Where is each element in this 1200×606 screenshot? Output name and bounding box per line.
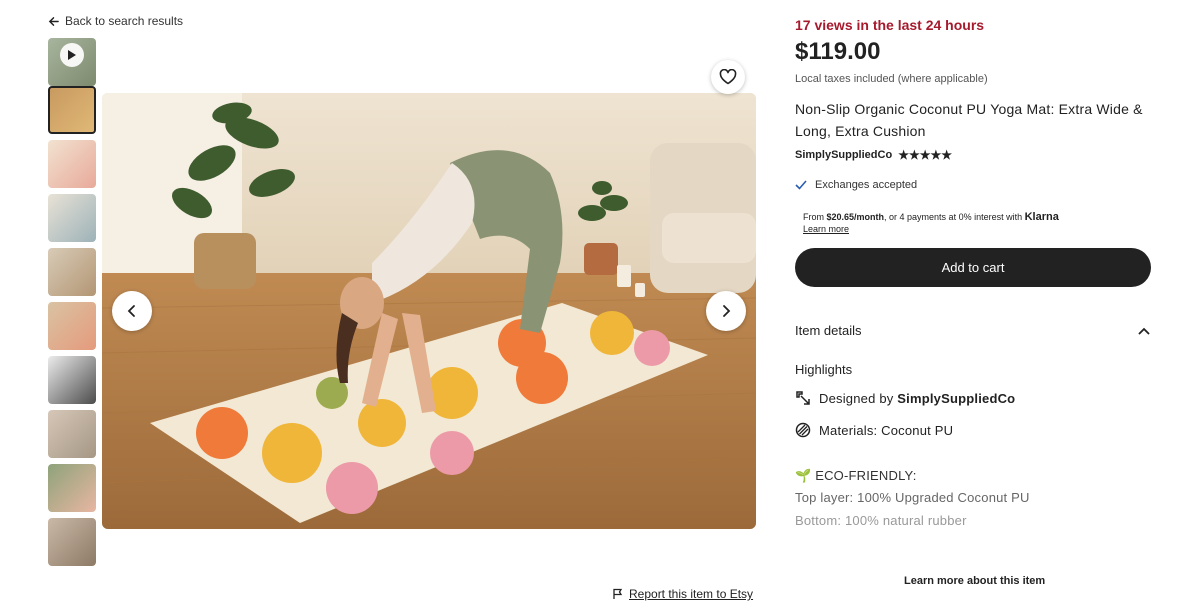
heart-icon — [719, 69, 737, 85]
chevron-right-icon — [723, 305, 731, 317]
favorite-button[interactable] — [711, 60, 745, 94]
seller-info: SimplySuppliedCo ★★★★★ — [795, 148, 1155, 162]
klarna-prefix: From — [803, 212, 827, 222]
item-details-toggle[interactable]: Item details — [795, 323, 1150, 338]
back-to-search-link[interactable]: Back to search results — [48, 14, 183, 28]
report-item-link[interactable]: Report this item to Etsy — [612, 587, 753, 601]
materials-row: Materials: Coconut PU — [795, 422, 953, 438]
chevron-up-icon — [1138, 327, 1150, 334]
image-thumbnail[interactable] — [48, 464, 96, 512]
add-to-cart-button[interactable]: Add to cart — [795, 248, 1151, 287]
checkmark-icon — [795, 180, 807, 190]
description-fade — [780, 530, 1200, 606]
klarna-financing: From $20.65/month, or 4 payments at 0% i… — [803, 211, 1163, 235]
designed-by-text: Designed by SimplySuppliedCo — [819, 391, 1015, 406]
video-thumbnail[interactable] — [48, 38, 96, 86]
listing-title: Non-Slip Organic Coconut PU Yoga Mat: Ex… — [795, 101, 1143, 139]
seller-name-link[interactable]: SimplySuppliedCo — [795, 149, 892, 161]
report-item-label: Report this item to Etsy — [629, 587, 754, 601]
exchanges-row: Exchanges accepted — [795, 179, 1155, 191]
eco-friendly-line: 🌱 ECO-FRIENDLY: — [795, 468, 917, 484]
eco-friendly-label: ECO-FRIENDLY: — [815, 468, 917, 483]
views-count: 17 views in the last 24 hours — [795, 17, 985, 33]
seedling-icon: 🌱 — [795, 468, 812, 483]
price: $119.00 — [795, 38, 881, 65]
arrow-left-icon — [48, 16, 59, 26]
star-rating[interactable]: ★★★★★ — [898, 148, 952, 162]
flag-icon — [613, 588, 623, 599]
image-thumbnail[interactable] — [48, 86, 96, 134]
top-layer-line: Top layer: 100% Upgraded Coconut PU — [795, 490, 1030, 505]
learn-more-about-item-link[interactable]: Learn more about this item — [904, 575, 1045, 587]
klarna-suffix: , or 4 payments at 0% interest with — [884, 212, 1025, 222]
chevron-left-icon — [127, 305, 135, 317]
highlights-heading: Highlights — [795, 362, 853, 377]
image-thumbnail[interactable] — [48, 302, 96, 350]
designed-by-row: Designed by SimplySuppliedCo — [795, 390, 1015, 406]
yoga-scene-illustration — [102, 93, 756, 529]
taxes-note: Local taxes included (where applicable) — [795, 73, 988, 85]
back-link-label: Back to search results — [65, 14, 184, 28]
designed-by-seller[interactable]: SimplySuppliedCo — [897, 391, 1015, 406]
design-tool-icon — [796, 391, 810, 405]
play-icon — [60, 43, 84, 67]
image-thumbnail[interactable] — [48, 140, 96, 188]
main-product-image[interactable] — [102, 93, 756, 529]
exchanges-label: Exchanges accepted — [815, 179, 918, 191]
image-thumbnail[interactable] — [48, 356, 96, 404]
image-thumbnail[interactable] — [48, 518, 96, 566]
designed-by-prefix: Designed by — [819, 390, 898, 406]
previous-image-button[interactable] — [112, 291, 152, 331]
klarna-amount: $20.65/month — [826, 212, 885, 222]
next-image-button[interactable] — [706, 291, 746, 331]
image-thumbnail[interactable] — [48, 194, 96, 242]
image-thumbnail[interactable] — [48, 410, 96, 458]
klarna-logo: Klarna — [1024, 211, 1059, 223]
materials-text: Materials: Coconut PU — [819, 422, 954, 438]
item-details-header: Item details — [795, 323, 862, 338]
image-thumbnail[interactable] — [48, 248, 96, 296]
klarna-learn-more-link[interactable]: Learn more — [803, 224, 849, 234]
materials-icon — [795, 422, 811, 438]
bottom-layer-line: Bottom: 100% natural rubber — [795, 513, 967, 528]
